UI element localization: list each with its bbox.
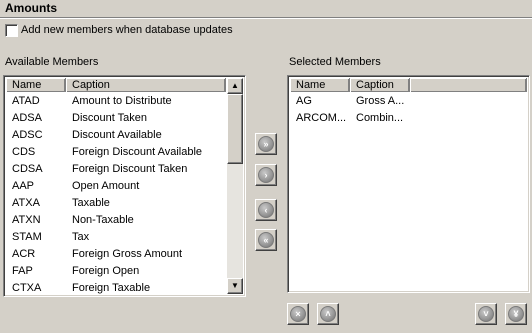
available-row-name: AAP bbox=[12, 180, 35, 192]
available-row[interactable]: ATXA Taxable bbox=[6, 195, 226, 212]
available-row-name: CDS bbox=[12, 146, 36, 158]
chevron-left-icon: ‹ bbox=[258, 202, 274, 218]
available-row-caption: Discount Available bbox=[72, 129, 162, 141]
double-chevron-left-icon: « bbox=[258, 232, 274, 248]
available-row[interactable]: STAM Tax bbox=[6, 229, 226, 246]
available-scrollbar[interactable]: ▲ ▼ bbox=[227, 78, 243, 294]
add-all-button[interactable]: » bbox=[255, 133, 277, 155]
available-row-name: ATXA bbox=[12, 197, 40, 209]
available-row[interactable]: FAP Foreign Open bbox=[6, 263, 226, 280]
available-row[interactable]: ATXN Non-Taxable bbox=[6, 212, 226, 229]
selected-header-caption[interactable]: Caption bbox=[350, 78, 410, 92]
selected-row-name: AG bbox=[296, 95, 312, 107]
available-row-caption: Amount to Distribute bbox=[72, 95, 172, 107]
close-circle-icon: × bbox=[290, 306, 306, 322]
available-row[interactable]: ATAD Amount to Distribute bbox=[6, 93, 226, 110]
move-bottom-button[interactable]: ¥ bbox=[505, 303, 527, 325]
available-row-name: CTXA bbox=[12, 282, 42, 294]
add-members-checkbox[interactable] bbox=[5, 24, 18, 37]
double-chevron-right-icon: » bbox=[258, 136, 274, 152]
separator bbox=[0, 17, 532, 19]
available-row[interactable]: ACR Foreign Gross Amount bbox=[6, 246, 226, 263]
add-button[interactable]: › bbox=[255, 164, 277, 186]
available-row-caption: Foreign Open bbox=[72, 265, 140, 277]
available-row-caption: Tax bbox=[72, 231, 90, 243]
chevron-down-icon: ˅ bbox=[478, 306, 494, 322]
selected-row-caption: Gross A... bbox=[356, 95, 405, 107]
available-header-caption[interactable]: Caption bbox=[66, 78, 226, 92]
selected-header-name[interactable]: Name bbox=[290, 78, 350, 92]
available-row[interactable]: ADSC Discount Available bbox=[6, 127, 226, 144]
available-row-name: ATXN bbox=[12, 214, 41, 226]
available-row-caption: Foreign Discount Taken bbox=[72, 163, 188, 175]
selected-row[interactable]: ARCOM... Combin... bbox=[290, 110, 410, 127]
chevron-right-icon: › bbox=[258, 167, 274, 183]
available-row-name: CDSA bbox=[12, 163, 43, 175]
available-row[interactable]: CDS Foreign Discount Available bbox=[6, 144, 226, 161]
selected-row-caption: Combin... bbox=[356, 112, 404, 124]
available-members-label: Available Members bbox=[5, 56, 99, 68]
available-row[interactable]: CTXA Foreign Taxable bbox=[6, 280, 226, 296]
selected-row-name: ARCOM... bbox=[296, 112, 347, 124]
remove-all-button[interactable]: « bbox=[255, 229, 277, 251]
available-row[interactable]: AAP Open Amount bbox=[6, 178, 226, 195]
move-top-button[interactable]: × bbox=[287, 303, 309, 325]
available-row-caption: Non-Taxable bbox=[72, 214, 134, 226]
selected-members-label: Selected Members bbox=[289, 56, 381, 68]
available-row[interactable]: ADSA Discount Taken bbox=[6, 110, 226, 127]
available-row-caption: Taxable bbox=[72, 197, 110, 209]
selected-header-spacer bbox=[410, 78, 527, 92]
selected-row[interactable]: AG Gross A... bbox=[290, 93, 410, 110]
available-row-caption: Foreign Discount Available bbox=[72, 146, 203, 158]
section-title: Amounts bbox=[5, 1, 57, 15]
available-row-caption: Foreign Gross Amount bbox=[72, 248, 183, 260]
available-row-name: FAP bbox=[12, 265, 33, 277]
available-row[interactable]: CDSA Foreign Discount Taken bbox=[6, 161, 226, 178]
available-row-caption: Foreign Taxable bbox=[72, 282, 151, 294]
available-header-name[interactable]: Name bbox=[6, 78, 66, 92]
arrow-down-icon[interactable]: ▼ bbox=[227, 278, 243, 294]
available-row-caption: Open Amount bbox=[72, 180, 140, 192]
arrow-up-icon[interactable]: ▲ bbox=[227, 78, 243, 94]
remove-button[interactable]: ‹ bbox=[255, 199, 277, 221]
move-down-button[interactable]: ˅ bbox=[475, 303, 497, 325]
available-row-name: ADSA bbox=[12, 112, 42, 124]
add-members-checkbox-label[interactable]: Add new members when database updates bbox=[21, 24, 233, 36]
chevron-up-icon: ˄ bbox=[320, 306, 336, 322]
move-up-button[interactable]: ˄ bbox=[317, 303, 339, 325]
available-row-name: STAM bbox=[12, 231, 42, 243]
scrollbar-thumb[interactable] bbox=[227, 94, 243, 164]
available-row-name: ACR bbox=[12, 248, 36, 260]
available-row-caption: Discount Taken bbox=[72, 112, 148, 124]
available-row-name: ATAD bbox=[12, 95, 40, 107]
available-members-list[interactable]: Name Caption ATAD Amount to Distribute ADS… bbox=[3, 75, 246, 297]
available-row-name: ADSC bbox=[12, 129, 43, 141]
double-chevron-down-icon: ¥ bbox=[508, 306, 524, 322]
selected-members-list[interactable]: Name Caption AG Gross A... ARCOM... Combin.… bbox=[287, 75, 530, 293]
